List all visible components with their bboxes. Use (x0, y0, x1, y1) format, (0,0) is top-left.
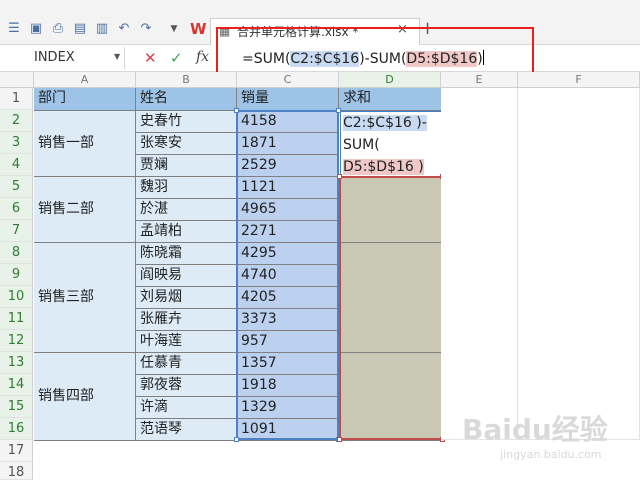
row-header-18[interactable]: 18 (0, 462, 33, 480)
more-dropdown-icon[interactable]: ▼ (166, 22, 182, 36)
edit-line-1: C2:$C$16 )- (343, 112, 441, 134)
row-header-16[interactable]: 16 (0, 418, 33, 440)
sales-cell[interactable]: 2529 (237, 155, 339, 177)
cancel-icon[interactable]: ✕ (144, 49, 157, 67)
sales-cell[interactable]: 4158 (237, 111, 339, 133)
confirm-icon[interactable]: ✓ (170, 49, 183, 67)
sales-cell[interactable]: 2271 (237, 221, 339, 243)
header-sum[interactable]: 求和 (339, 88, 442, 111)
name-cell[interactable]: 刘易烟 (136, 287, 237, 309)
dept-cell-1[interactable]: 销售一部 (34, 111, 136, 177)
row-header-8[interactable]: 8 (0, 242, 33, 264)
row-header-4[interactable]: 4 (0, 154, 33, 176)
name-cell[interactable]: 张雁卉 (136, 309, 237, 331)
name-cell[interactable]: 於湛 (136, 199, 237, 221)
range-handle[interactable] (337, 437, 342, 442)
sales-cell[interactable]: 1871 (237, 133, 339, 155)
redo-icon[interactable]: ↷ (138, 22, 154, 36)
header-name[interactable]: 姓名 (136, 88, 237, 111)
menu-icon[interactable]: ☰ (6, 22, 22, 36)
sales-cell[interactable]: 3373 (237, 309, 339, 331)
name-cell[interactable]: 任慕青 (136, 353, 237, 375)
sales-cell[interactable]: 1918 (237, 375, 339, 397)
undo-icon[interactable]: ↶ (116, 22, 132, 36)
row-header-2[interactable]: 2 (0, 110, 33, 132)
name-cell[interactable]: 郭夜蓉 (136, 375, 237, 397)
name-cell[interactable]: 陈晓霜 (136, 243, 237, 265)
watermark-url: jingyan.baidu.com (500, 448, 602, 461)
edit-line-3: D5:$D$16 ) (343, 156, 441, 178)
header-dept[interactable]: 部门 (34, 88, 136, 111)
sales-cell[interactable]: 4965 (237, 199, 339, 221)
row-header-15[interactable]: 15 (0, 396, 33, 418)
row-header-5[interactable]: 5 (0, 176, 33, 198)
name-cell[interactable]: 张寒安 (136, 133, 237, 155)
row-header-11[interactable]: 11 (0, 308, 33, 330)
chevron-down-icon[interactable]: ▼ (114, 52, 120, 61)
sales-cell[interactable]: 1121 (237, 177, 339, 199)
insert-function-icon[interactable]: fx (196, 49, 209, 65)
wps-logo: W (190, 20, 207, 38)
edit-line-2: SUM( (343, 137, 380, 153)
sales-cell[interactable]: 1329 (237, 397, 339, 419)
range-handle[interactable] (336, 108, 341, 113)
row-header-12[interactable]: 12 (0, 330, 33, 352)
select-all-corner[interactable] (0, 72, 34, 88)
name-cell[interactable]: 贾斓 (136, 155, 237, 177)
name-box-value: INDEX (34, 50, 75, 65)
name-cell[interactable]: 史春竹 (136, 111, 237, 133)
empty-column-e[interactable] (441, 88, 518, 440)
range-handle[interactable] (337, 174, 342, 179)
print-preview-icon[interactable]: ⎙ (50, 22, 66, 36)
range-handle[interactable] (234, 437, 239, 442)
sum-cell-editing[interactable]: C2:$C$16 )- SUM( D5:$D$16 ) (340, 111, 442, 177)
row-header-6[interactable]: 6 (0, 198, 33, 220)
column-header-b[interactable]: B (136, 72, 237, 88)
name-cell[interactable]: 叶海莲 (136, 331, 237, 353)
dept-cell-2[interactable]: 销售二部 (34, 177, 136, 243)
print-icon[interactable]: ▤ (72, 22, 88, 36)
sales-cell[interactable]: 4740 (237, 265, 339, 287)
range-handle[interactable] (234, 108, 239, 113)
row-header-14[interactable]: 14 (0, 374, 33, 396)
name-box[interactable]: INDEX ▼ (0, 47, 125, 69)
row-header-7[interactable]: 7 (0, 220, 33, 242)
name-cell[interactable]: 许滴 (136, 397, 237, 419)
row-header-3[interactable]: 3 (0, 132, 33, 154)
name-cell[interactable]: 阎映易 (136, 265, 237, 287)
sum-cell-2[interactable] (339, 177, 442, 243)
row-header-9[interactable]: 9 (0, 264, 33, 286)
dept-cell-4[interactable]: 销售四部 (34, 353, 136, 441)
sales-cell[interactable]: 1091 (237, 419, 339, 441)
row-header-10[interactable]: 10 (0, 286, 33, 308)
name-cell[interactable]: 魏羽 (136, 177, 237, 199)
sales-cell[interactable]: 4205 (237, 287, 339, 309)
sales-cell[interactable]: 1357 (237, 353, 339, 375)
edit-ref-sum: D5:$D$16 ) (343, 159, 424, 175)
empty-column-f[interactable] (518, 88, 640, 440)
sales-cell[interactable]: 4295 (237, 243, 339, 265)
sales-cell[interactable]: 957 (237, 331, 339, 353)
column-header-f[interactable]: F (518, 72, 640, 88)
header-sales[interactable]: 销量 (237, 88, 339, 111)
column-header-a[interactable]: A (34, 72, 136, 88)
paste-icon[interactable]: ▥ (94, 22, 110, 36)
column-header-e[interactable]: E (441, 72, 518, 88)
column-header-c[interactable]: C (237, 72, 339, 88)
save-icon[interactable]: ▣ (28, 22, 44, 36)
watermark: Baidu经验 (462, 413, 608, 446)
edit-ref-sales: C2:$C$16 )- (343, 115, 427, 131)
sum-cell-3[interactable] (339, 243, 442, 353)
row-header-13[interactable]: 13 (0, 352, 33, 374)
row-header-17[interactable]: 17 (0, 440, 33, 462)
sum-cell-4[interactable] (339, 353, 442, 441)
name-cell[interactable]: 孟靖柏 (136, 221, 237, 243)
row-header-1[interactable]: 1 (0, 88, 33, 110)
name-cell[interactable]: 范语琴 (136, 419, 237, 441)
column-header-d[interactable]: D (339, 72, 441, 88)
dept-cell-3[interactable]: 销售三部 (34, 243, 136, 353)
